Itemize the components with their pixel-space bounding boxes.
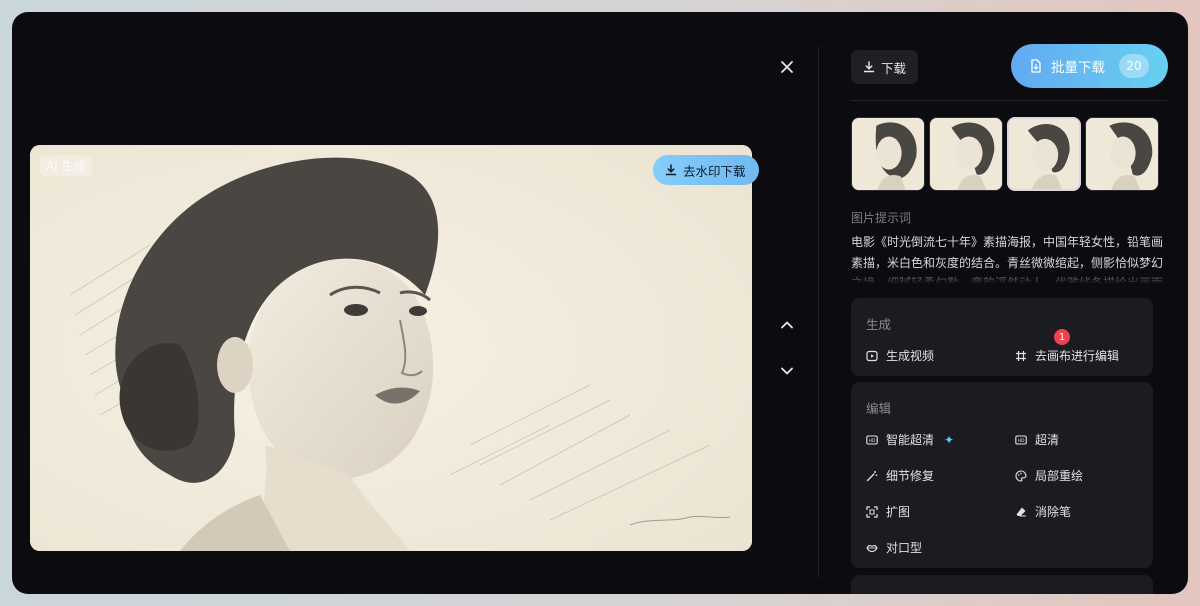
edit-in-canvas-label: 去画布进行编辑 (1035, 349, 1120, 363)
thumbnail-portrait (1086, 118, 1158, 190)
prompt-text: 电影《时光倒流七十年》素描海报，中国年轻女性，铅笔画素描，米白色和灰度的结合。青… (851, 235, 1164, 284)
generated-image[interactable]: AI 生成 (30, 145, 752, 551)
eraser-button[interactable]: 消除笔 (1015, 503, 1071, 520)
thumbnail-portrait (930, 118, 1002, 190)
lip-sync-button[interactable]: 对口型 (866, 539, 922, 556)
detail-repair-label: 细节修复 (886, 469, 935, 483)
expand-image-label: 扩图 (886, 505, 911, 519)
next-card-stub (851, 575, 1153, 594)
prompt-label: 图片提示词 (851, 211, 912, 225)
generate-card-title: 生成 (866, 317, 892, 332)
close-button[interactable] (774, 54, 800, 80)
next-image-button[interactable] (774, 358, 800, 384)
eraser-label: 消除笔 (1035, 505, 1072, 519)
header-divider (851, 100, 1167, 101)
upscale-button[interactable]: HD 超清 (1015, 431, 1059, 448)
edit-card-title: 编辑 (866, 401, 892, 416)
upscale-label: 超清 (1035, 433, 1060, 447)
generate-video-label: 生成视频 (886, 349, 935, 363)
download-without-watermark-label: 去水印下载 (683, 163, 746, 179)
thumbnail-portrait (1009, 119, 1079, 189)
lip-sync-label: 对口型 (886, 541, 923, 555)
generate-video-button[interactable]: 生成视频 (866, 347, 934, 364)
file-download-icon (1031, 59, 1041, 73)
download-icon (863, 61, 875, 73)
hd-plus-icon: HD (866, 434, 878, 445)
magic-wand-icon (866, 470, 878, 481)
sparkle-icon: ✦ (944, 432, 955, 447)
download-without-watermark-button[interactable]: 去水印下载 (653, 155, 759, 185)
download-label: 下载 (880, 60, 906, 76)
eraser-icon (1016, 507, 1026, 516)
portrait-sketch (30, 145, 752, 551)
download-icon (665, 164, 677, 176)
svg-text:HD: HD (869, 438, 876, 444)
ai-generated-badge: AI 生成 (40, 155, 92, 176)
close-icon (781, 61, 793, 73)
smart-upscale-label: 智能超清 (886, 433, 935, 447)
detail-repair-button[interactable]: 细节修复 (866, 467, 934, 484)
chevron-up-icon (781, 321, 793, 329)
thumbnail-2[interactable] (929, 117, 1003, 191)
batch-download-button[interactable]: 批量下载 20 (1011, 44, 1168, 88)
generate-card: 生成 生成视频 去画布进行编辑 1 (851, 298, 1153, 376)
palette-icon (1015, 469, 1027, 482)
thumbnail-4[interactable] (1085, 117, 1159, 191)
canvas-icon (1016, 350, 1026, 361)
chevron-down-icon (781, 367, 793, 375)
partial-redraw-button[interactable]: 局部重绘 (1015, 467, 1083, 484)
download-button[interactable]: 下载 (851, 50, 918, 84)
expand-icon (866, 505, 878, 518)
svg-text:HD: HD (1018, 438, 1025, 444)
batch-count-badge: 20 (1119, 54, 1149, 78)
edit-card: 编辑 HD 智能超清 ✦ HD 超清 细节修复 局部重绘 扩图 消除笔 对口型 (851, 382, 1153, 568)
thumbnail-3-selected[interactable] (1007, 117, 1081, 191)
lips-icon (866, 544, 878, 552)
partial-redraw-label: 局部重绘 (1035, 469, 1084, 483)
smart-upscale-button[interactable]: HD 智能超清 ✦ (866, 431, 954, 448)
thumbnail-1[interactable] (851, 117, 925, 191)
thumbnail-strip (851, 117, 1159, 191)
thumbnail-portrait (852, 118, 924, 190)
panel-divider (818, 46, 819, 578)
play-icon (866, 350, 878, 361)
edit-in-canvas-button[interactable]: 去画布进行编辑 (1015, 347, 1119, 364)
batch-download-label: 批量下载 (1051, 60, 1105, 76)
image-viewer-modal: AI 生成 去水印下载 下载 批量下载 20 图片提示词 电影《时光倒流七十年》… (12, 12, 1188, 594)
previous-image-button[interactable] (774, 312, 800, 338)
expand-image-button[interactable]: 扩图 (866, 503, 910, 520)
hd-icon: HD (1015, 434, 1027, 445)
notification-badge: 1 (1054, 329, 1070, 345)
